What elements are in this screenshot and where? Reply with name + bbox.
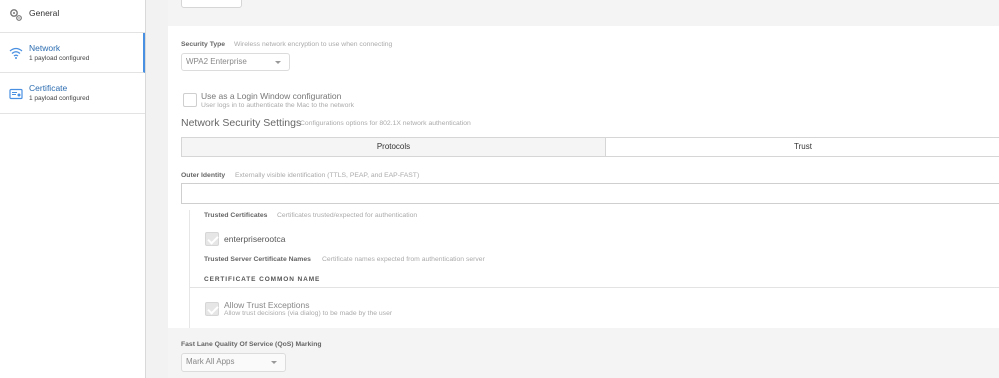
trusted-server-names-hint: Certificate names expected from authenti… <box>322 256 485 263</box>
gutter <box>146 0 168 378</box>
security-type-select[interactable]: WPA2 Enterprise <box>181 53 290 71</box>
sidebar-item-network[interactable]: Network 1 payload configured <box>0 33 145 73</box>
trusted-certificates-hint: Certificates trusted/expected for authen… <box>277 212 418 219</box>
login-window-label: Use as a Login Window configuration <box>201 91 342 101</box>
security-type-label: Security Type <box>181 41 226 48</box>
previous-section <box>168 0 999 26</box>
sidebar-item-subtitle: 1 payload configured <box>29 95 90 102</box>
outer-identity-hint: Externally visible identification (TTLS,… <box>235 172 420 179</box>
allow-trust-exceptions-label: Allow Trust Exceptions <box>224 300 310 310</box>
outer-identity-input[interactable] <box>181 183 999 204</box>
tab-protocols[interactable]: Protocols <box>182 138 606 156</box>
enterpriserootca-checkbox[interactable] <box>205 232 219 246</box>
security-type-hint: Wireless network encryption to use when … <box>234 41 393 48</box>
security-type-value: WPA2 Enterprise <box>186 57 247 66</box>
trusted-certificates-label: Trusted Certificates <box>204 212 268 219</box>
sidebar-item-label: Certificate <box>29 83 68 93</box>
tab-trust[interactable]: Trust <box>606 138 999 156</box>
qos-select[interactable]: Mark All Apps <box>181 353 286 372</box>
qos-value: Mark All Apps <box>186 357 235 366</box>
login-window-hint: User logs in to authenticate the Mac to … <box>201 102 355 109</box>
trusted-certificate-name: enterpriserootca <box>224 234 286 244</box>
certificate-common-name-header: CERTIFICATE COMMON NAME <box>204 276 321 283</box>
allow-trust-exceptions-checkbox[interactable] <box>205 302 219 316</box>
allow-trust-exceptions-hint: Allow trust decisions (via dialog) to be… <box>224 310 393 317</box>
network-settings-panel: Security Type Wireless network encryptio… <box>168 26 999 328</box>
sidebar-item-subtitle: 1 payload configured <box>29 55 90 62</box>
settings-tabs: Protocols Trust <box>181 137 999 157</box>
sidebar-item-certificate[interactable]: Certificate 1 payload configured <box>0 73 145 114</box>
gear-icon <box>9 8 23 22</box>
login-window-checkbox[interactable] <box>183 93 197 107</box>
sidebar-item-general[interactable]: General <box>0 0 145 33</box>
divider <box>190 287 999 288</box>
sidebar: General Network 1 payload configured Cer… <box>0 0 146 378</box>
chevron-down-icon <box>271 361 277 364</box>
wifi-icon <box>9 46 23 60</box>
sidebar-item-label: General <box>29 8 60 18</box>
outer-identity-label: Outer Identity <box>181 172 226 179</box>
trusted-server-names-label: Trusted Server Certificate Names <box>204 256 311 263</box>
network-security-hint: Configurations options for 802.1X networ… <box>300 120 471 127</box>
chevron-down-icon <box>275 61 281 64</box>
previous-section-button[interactable] <box>181 0 242 8</box>
qos-section: Fast Lane Quality Of Service (QoS) Marki… <box>168 328 999 378</box>
certificate-icon <box>9 87 23 101</box>
sidebar-item-label: Network <box>29 43 61 53</box>
qos-label: Fast Lane Quality Of Service (QoS) Marki… <box>181 341 322 348</box>
network-security-title: Network Security Settings <box>181 117 302 129</box>
